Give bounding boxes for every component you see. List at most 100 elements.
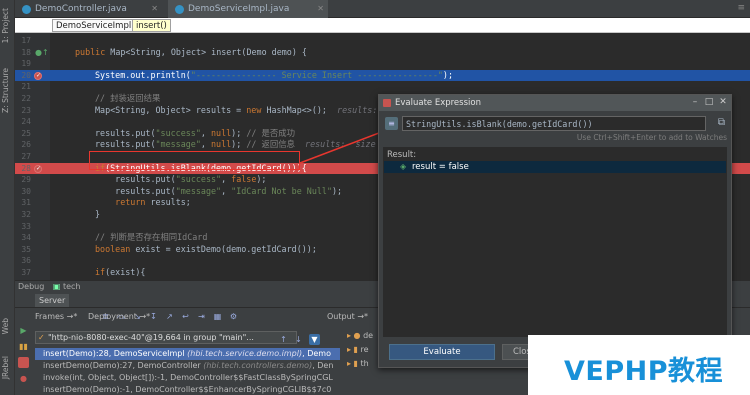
output-item[interactable]: ▸ ▮ re xyxy=(347,345,369,354)
code-line[interactable]: 21 xyxy=(15,81,750,93)
expression-mode-icon[interactable]: ≡ xyxy=(385,117,398,130)
line-number: 29 xyxy=(21,175,31,185)
evaluate-expression-dialog: Evaluate Expression – □ ✕ ≡ StringUtils.… xyxy=(378,94,732,368)
breakpoint-icon[interactable] xyxy=(34,70,42,81)
filter-icon[interactable]: ▼ xyxy=(309,334,320,345)
minimize-icon[interactable]: – xyxy=(689,97,701,109)
line-number: 19 xyxy=(21,59,31,69)
left-tool-strip: 1: Project Z: Structure Web JRebel xyxy=(0,0,15,395)
run-to-cursor-icon[interactable]: ⇥ xyxy=(196,311,207,322)
line-number: 21 xyxy=(21,82,31,92)
result-panel: Result: ◈ result = false xyxy=(383,147,727,337)
code-text: Map<String, Object> results = new HashMa… xyxy=(95,104,393,115)
line-number: 24 xyxy=(21,117,31,127)
resume-icon[interactable]: ▶ xyxy=(18,325,29,336)
code-text: public Map<String, Object> insert(Demo d… xyxy=(75,46,307,57)
dialog-title-bar[interactable]: Evaluate Expression – □ ✕ xyxy=(379,95,731,111)
result-value: result = false xyxy=(412,162,469,172)
frame-row[interactable]: insertDemo(Demo):27, DemoController (hbi… xyxy=(35,360,340,372)
deployment-label: Deployment xyxy=(88,312,137,321)
web-tool-label[interactable]: Web xyxy=(1,318,10,334)
output-item[interactable]: ▸ ▮ th xyxy=(347,359,369,368)
code-text: return results; xyxy=(115,197,191,208)
drop-frame-icon[interactable]: ↩ xyxy=(180,311,191,322)
maximize-icon[interactable]: □ xyxy=(703,97,715,109)
frame-row[interactable]: insert(Demo):28, DemoServiceImpl (hbi.te… xyxy=(35,348,340,360)
project-tool-label[interactable]: 1: Project xyxy=(1,8,10,43)
override-marker-icon[interactable]: ●↑ xyxy=(35,47,49,59)
thread-selector[interactable]: ✓ "http-nio-8080-exec-40"@19,664 in grou… xyxy=(35,331,297,344)
thread-icon: ✓ xyxy=(38,333,45,342)
watermark: VEPHP教程 xyxy=(528,335,750,395)
dialog-title: Evaluate Expression xyxy=(395,98,481,108)
frames-tab[interactable]: Frames →* xyxy=(35,312,77,321)
output-tab[interactable]: Output →* xyxy=(327,312,368,321)
value-icon: ◈ xyxy=(400,162,407,171)
arrow-up-icon[interactable]: ↑ xyxy=(278,334,289,345)
jrebel-tool-label[interactable]: JRebel xyxy=(1,356,10,379)
code-text: results.put("success", null); // 是否成功 xyxy=(95,127,295,138)
breadcrumb: DemoServiceImpl insert() xyxy=(15,18,750,33)
expression-text: StringUtils.isBlank(demo.getIdCard()) xyxy=(406,119,593,129)
breadcrumb-method[interactable]: insert() xyxy=(132,19,171,32)
tab-demoserviceimpl[interactable]: DemoServiceImpl.java ✕ xyxy=(168,0,328,18)
editor-tab-bar: DemoController.java ✕ DemoServiceImpl.ja… xyxy=(15,0,750,18)
code-text: if(exist){ xyxy=(95,267,146,277)
result-row[interactable]: ◈ result = false xyxy=(384,161,726,173)
pause-icon[interactable]: ▮▮ xyxy=(18,341,29,352)
annotation-box-if-condition xyxy=(89,151,300,170)
debug-icon xyxy=(383,99,391,107)
frame-row[interactable]: insertDemo(Demo):-1, DemoController$$Enh… xyxy=(35,384,340,395)
line-number: 20 xyxy=(21,70,31,80)
line-number: 17 xyxy=(21,36,31,45)
view-breakpoints-icon[interactable]: ● xyxy=(18,373,29,384)
stop-icon[interactable] xyxy=(18,357,29,368)
structure-tool-label[interactable]: Z: Structure xyxy=(1,68,10,113)
line-number: 23 xyxy=(21,105,31,115)
line-number: 35 xyxy=(21,244,31,254)
step-out-icon[interactable]: ↗ xyxy=(164,311,175,322)
tab-server[interactable]: Server xyxy=(35,294,70,307)
run-config-name[interactable]: tech xyxy=(63,282,81,291)
code-text: results.put("message", "IdCard Not be Nu… xyxy=(95,185,343,196)
code-line[interactable]: 19 xyxy=(15,58,750,70)
deployment-tab[interactable]: Deployment →* xyxy=(88,312,150,321)
evaluate-button[interactable]: Evaluate xyxy=(389,344,495,360)
frames-label: Frames xyxy=(35,312,65,321)
code-text: // 判断是否存在相同IdCard xyxy=(95,232,208,243)
line-number: 31 xyxy=(21,198,31,208)
code-text: // 封装返回结果 xyxy=(95,93,161,103)
line-number: 27 xyxy=(21,152,31,161)
evaluate-expression-icon[interactable]: ▦ xyxy=(212,311,223,322)
code-line[interactable]: 20 System.out.println("---------------- S… xyxy=(15,69,750,81)
code-line[interactable]: 17 xyxy=(15,35,750,47)
code-text: } xyxy=(95,209,101,219)
watermark-text: VEPHP教程 xyxy=(564,356,724,387)
output-item[interactable]: ▸ ● de xyxy=(347,331,373,340)
tab-menu-icon[interactable]: ≡ xyxy=(737,3,745,13)
output-label: Output xyxy=(327,312,355,321)
line-number: 34 xyxy=(21,233,31,243)
settings-icon[interactable]: ⚙ xyxy=(228,311,239,322)
run-config-icon: ▣ xyxy=(52,282,61,291)
breakpoint-icon[interactable] xyxy=(34,163,42,174)
close-icon[interactable]: ✕ xyxy=(317,0,324,18)
close-icon[interactable]: ✕ xyxy=(151,0,158,18)
line-number: 18 xyxy=(21,47,31,57)
result-label: Result: xyxy=(387,150,417,160)
line-number: 36 xyxy=(21,256,31,266)
frame-row[interactable]: invoke(int, Object, Object[]):-1, DemoCo… xyxy=(35,372,340,384)
code-text: results.put("success", false); xyxy=(95,174,267,185)
line-number: 22 xyxy=(21,94,31,103)
expression-input[interactable]: StringUtils.isBlank(demo.getIdCard()) xyxy=(402,116,706,131)
code-line[interactable]: 18 ●↑ public Map<String, Object> insert(De… xyxy=(15,47,750,59)
close-icon[interactable]: ✕ xyxy=(717,97,729,109)
code-text: System.out.println("---------------- Ser… xyxy=(95,69,454,80)
expand-icon[interactable]: ⧉ xyxy=(718,117,725,128)
tab-democontroller[interactable]: DemoController.java ✕ xyxy=(15,0,162,18)
code-text: boolean exist = existDemo(demo.getIdCard… xyxy=(95,243,317,254)
java-class-icon xyxy=(22,5,31,14)
line-number: 25 xyxy=(21,128,31,138)
breadcrumb-class[interactable]: DemoServiceImpl xyxy=(52,19,136,32)
arrow-down-icon[interactable]: ↓ xyxy=(293,334,304,345)
